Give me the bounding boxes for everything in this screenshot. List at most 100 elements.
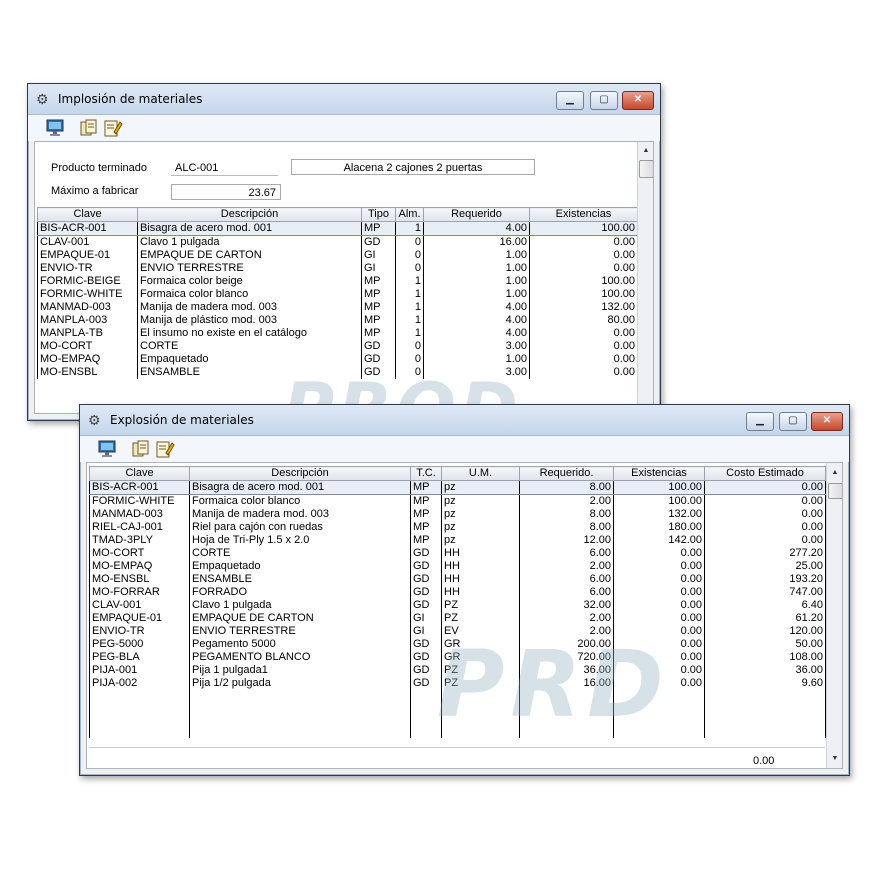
- edit-icon[interactable]: [155, 439, 175, 459]
- implosion-titlebar[interactable]: ⚙ Implosión de materiales ▁ ▢ ✕: [28, 84, 660, 115]
- copy-icon[interactable]: [131, 439, 151, 459]
- table-row[interactable]: MO-CORT CORTE GD HH 6.00 0.00 277.20: [89, 547, 826, 560]
- explosion-scrollbar[interactable]: ▲ ▼: [826, 463, 842, 768]
- max-value-field[interactable]: 23.67: [171, 184, 281, 200]
- table-cell: 0.00: [529, 262, 638, 275]
- col-header[interactable]: Descripción: [189, 466, 411, 481]
- table-row[interactable]: MANMAD-003 Manija de madera mod. 003 MP pz 8…: [89, 508, 826, 521]
- table-row[interactable]: MO-FORRAR FORRADO GD HH 6.00 0.00 747.00: [89, 586, 826, 599]
- table-cell: MO-ENSBL: [37, 366, 138, 379]
- table-cell: 6.00: [519, 547, 614, 560]
- table-cell: 8.00: [519, 508, 614, 521]
- table-row[interactable]: EMPAQUE-01 EMPAQUE DE CARTON GI 0 1.00 0.00: [37, 249, 638, 262]
- table-cell: 0.00: [529, 327, 638, 340]
- table-row[interactable]: PIJA-001 Pija 1 pulgada1 GD PZ 36.00 0.00 36.0…: [89, 664, 826, 677]
- col-header[interactable]: T.C.: [410, 466, 442, 481]
- gear-icon: ⚙: [88, 412, 101, 428]
- table-cell: GI: [410, 625, 442, 638]
- col-header[interactable]: Tipo: [361, 207, 396, 222]
- col-header[interactable]: Requerido: [423, 207, 530, 222]
- maximize-button[interactable]: ▢: [590, 91, 618, 110]
- table-row[interactable]: MANPLA-TB El insumo no existe en el catál…: [37, 327, 638, 340]
- table-cell: PIJA-001: [89, 664, 190, 677]
- col-header[interactable]: Descripción: [137, 207, 362, 222]
- table-cell: 25.00: [704, 560, 826, 573]
- close-button[interactable]: ✕: [811, 412, 843, 431]
- scroll-thumb[interactable]: [639, 160, 653, 178]
- table-cell: GD: [410, 677, 442, 690]
- table-row[interactable]: CLAV-001 Clavo 1 pulgada GD PZ 32.00 0.00 6.40: [89, 599, 826, 612]
- table-row[interactable]: BIS-ACR-001 Bisagra de acero mod. 001 MP pz…: [89, 480, 826, 495]
- max-label: Máximo a fabricar: [51, 185, 139, 197]
- scroll-thumb[interactable]: [828, 483, 842, 499]
- table-cell: 3.00: [423, 340, 530, 353]
- col-header[interactable]: Requerido.: [519, 466, 614, 481]
- table-cell: 1.00: [423, 262, 530, 275]
- table-cell: 4.00: [423, 221, 530, 236]
- table-cell: 0.00: [704, 480, 826, 495]
- table-cell: RIEL-CAJ-001: [89, 521, 190, 534]
- table-row[interactable]: CLAV-001 Clavo 1 pulgada GD 0 16.00 0.00: [37, 235, 638, 249]
- table-row[interactable]: MANMAD-003 Manija de madera mod. 003 MP 1 4.…: [37, 301, 638, 314]
- table-cell: GI: [410, 612, 442, 625]
- table-cell: 1: [395, 314, 424, 327]
- table-row[interactable]: PEG-5000 Pegamento 5000 GD GR 200.00 0.00 50.0…: [89, 638, 826, 651]
- table-row[interactable]: ENVIO-TR ENVIO TERRESTRE GI EV 2.00 0.00 120.0…: [89, 625, 826, 638]
- scroll-up-icon[interactable]: ▲: [827, 466, 842, 480]
- table-cell: 0.00: [704, 494, 826, 508]
- minimize-button[interactable]: ▁: [746, 412, 774, 431]
- explosion-window: ⚙ Explosión de materiales ▁ ▢ ✕ Clave De…: [79, 404, 850, 776]
- edit-icon[interactable]: [103, 118, 123, 138]
- table-cell: 8.00: [519, 480, 614, 495]
- table-row[interactable]: FORMIC-WHITE Formaica color blanco MP pz 2.0…: [89, 494, 826, 508]
- product-code-field[interactable]: ALC-001: [171, 160, 278, 176]
- table-row[interactable]: ENVIO-TR ENVIO TERRESTRE GI 0 1.00 0.00: [37, 262, 638, 275]
- col-header[interactable]: U.M.: [441, 466, 520, 481]
- table-cell: 100.00: [529, 275, 638, 288]
- table-row[interactable]: MO-CORT CORTE GD 0 3.00 0.00: [37, 340, 638, 353]
- table-row[interactable]: BIS-ACR-001 Bisagra de acero mod. 001 MP 1 4…: [37, 221, 638, 236]
- maximize-button[interactable]: ▢: [779, 412, 807, 431]
- explosion-content: Clave Descripción T.C. U.M. Requerido. E…: [86, 462, 843, 769]
- table-cell: PEGAMENTO BLANCO: [189, 651, 411, 664]
- copy-icon[interactable]: [79, 118, 99, 138]
- table-row[interactable]: EMPAQUE-01 EMPAQUE DE CARTON GI PZ 2.00 0.00 6…: [89, 612, 826, 625]
- table-row[interactable]: MO-ENSBL ENSAMBLE GD 0 3.00 0.00: [37, 366, 638, 379]
- monitor-icon[interactable]: [97, 439, 117, 459]
- table-row[interactable]: MO-EMPAQ Empaquetado GD 0 1.00 0.00: [37, 353, 638, 366]
- col-header[interactable]: Costo Estimado: [704, 466, 826, 481]
- table-row[interactable]: PIJA-002 Pija 1/2 pulgada GD PZ 16.00 0.00 9.6…: [89, 677, 826, 690]
- table-cell: 61.20: [704, 612, 826, 625]
- col-header[interactable]: Clave: [37, 207, 138, 222]
- implosion-scrollbar[interactable]: ▲: [637, 142, 653, 413]
- table-row[interactable]: FORMIC-WHITE Formaica color blanco MP 1 1.00…: [37, 288, 638, 301]
- scroll-down-icon[interactable]: ▼: [827, 752, 842, 766]
- table-row[interactable]: MANPLA-003 Manija de plástico mod. 003 MP 1…: [37, 314, 638, 327]
- table-cell: Formaica color blanco: [137, 288, 362, 301]
- table-row[interactable]: MO-EMPAQ Empaquetado GD HH 2.00 0.00 25.00: [89, 560, 826, 573]
- table-row[interactable]: MO-ENSBL ENSAMBLE GD HH 6.00 0.00 193.20: [89, 573, 826, 586]
- col-header[interactable]: Clave: [89, 466, 190, 481]
- table-cell: Empaquetado: [189, 560, 411, 573]
- table-row[interactable]: FORMIC-BEIGE Formaica color beige MP 1 1.00 1…: [37, 275, 638, 288]
- table-cell: 0: [395, 353, 424, 366]
- scroll-up-icon[interactable]: ▲: [638, 144, 653, 158]
- monitor-icon[interactable]: [45, 118, 65, 138]
- table-row[interactable]: TMAD-3PLY Hoja de Tri-Ply 1.5 x 2.0 MP pz 12…: [89, 534, 826, 547]
- table-cell: MP: [410, 494, 442, 508]
- col-header[interactable]: Existencias: [529, 207, 638, 222]
- col-header[interactable]: Existencias: [613, 466, 705, 481]
- table-row[interactable]: PEG-BLA PEGAMENTO BLANCO GD GR 720.00 0.00 108…: [89, 651, 826, 664]
- table-cell: 1.00: [423, 275, 530, 288]
- explosion-titlebar[interactable]: ⚙ Explosión de materiales ▁ ▢ ✕: [80, 405, 849, 436]
- table-cell: Hoja de Tri-Ply 1.5 x 2.0: [189, 534, 411, 547]
- minimize-button[interactable]: ▁: [556, 91, 584, 110]
- table-cell: PIJA-002: [89, 677, 190, 690]
- table-cell: ENVIO-TR: [89, 625, 190, 638]
- product-description-field[interactable]: Alacena 2 cajones 2 puertas: [291, 159, 535, 175]
- table-cell: GR: [441, 638, 520, 651]
- close-button[interactable]: ✕: [622, 91, 654, 110]
- table-cell: El insumo no existe en el catálogo: [137, 327, 362, 340]
- table-row[interactable]: RIEL-CAJ-001 Riel para cajón con ruedas MP…: [89, 521, 826, 534]
- col-header[interactable]: Alm.: [395, 207, 424, 222]
